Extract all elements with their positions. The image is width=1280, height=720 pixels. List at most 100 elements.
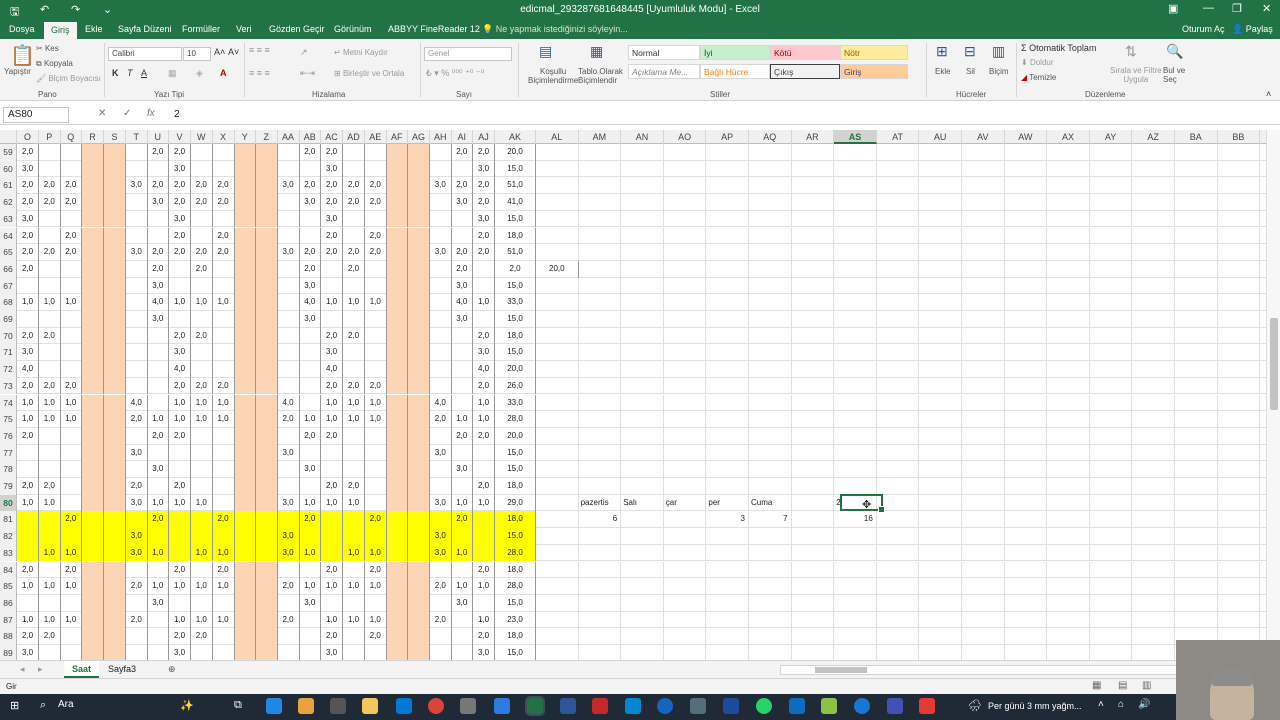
cell-aq67[interactable]	[749, 277, 792, 295]
cell-aj67[interactable]	[473, 277, 495, 295]
cell-u88[interactable]	[148, 628, 169, 645]
cell-z82[interactable]	[256, 528, 278, 545]
cell-ag64[interactable]	[408, 227, 430, 245]
cell-y65[interactable]	[234, 244, 256, 261]
cell-s59[interactable]	[104, 144, 126, 161]
cell-ac71[interactable]: 3,0	[321, 344, 343, 362]
cell-ar70[interactable]	[792, 327, 835, 345]
row-header-64[interactable]: 64	[0, 227, 17, 245]
cell-az76[interactable]	[1132, 427, 1175, 445]
cell-al78[interactable]	[536, 461, 579, 478]
column-header-an[interactable]: AN	[621, 130, 664, 144]
row-header-79[interactable]: 79	[0, 478, 17, 495]
cell-al88[interactable]	[536, 628, 579, 645]
cell-ax60[interactable]	[1047, 160, 1090, 178]
cell-ao85[interactable]	[664, 578, 707, 595]
cell-am82[interactable]	[579, 528, 622, 545]
cell-z89[interactable]	[256, 645, 278, 660]
app-icon[interactable]	[657, 698, 673, 714]
cell-ao86[interactable]	[664, 594, 707, 612]
cell-ay64[interactable]	[1090, 227, 1133, 245]
cell-t64[interactable]	[126, 227, 148, 245]
cell-u82[interactable]	[147, 528, 169, 545]
cell-aa71[interactable]	[278, 344, 300, 362]
cell-ao77[interactable]	[664, 444, 707, 462]
cell-al61[interactable]	[536, 177, 579, 195]
cell-ag67[interactable]	[408, 277, 430, 295]
cell-q82[interactable]	[60, 528, 82, 545]
cell-ao72[interactable]	[664, 361, 707, 378]
cell-ap83[interactable]	[706, 544, 749, 562]
cell-ag66[interactable]	[408, 260, 430, 278]
cell-v80[interactable]: 1,0	[169, 494, 191, 512]
cell-s86[interactable]	[104, 594, 126, 612]
cell-ac66[interactable]	[321, 260, 343, 278]
cell-ao81[interactable]	[664, 511, 707, 529]
cell-ac72[interactable]: 4,0	[321, 361, 343, 378]
cell-ah73[interactable]	[430, 377, 452, 395]
cell-aj59[interactable]: 2,0	[473, 144, 495, 161]
cell-o86[interactable]	[17, 594, 39, 612]
cell-ae82[interactable]	[365, 528, 387, 545]
cell-af72[interactable]	[386, 361, 408, 378]
cell-au62[interactable]	[919, 194, 962, 211]
cell-ac80[interactable]: 1,0	[321, 494, 343, 512]
cell-ak67[interactable]: 15,0	[495, 277, 536, 295]
cell-an89[interactable]	[621, 645, 664, 660]
cell-ac63[interactable]: 3,0	[321, 210, 343, 228]
cell-aw66[interactable]	[1005, 260, 1048, 278]
cell-ac89[interactable]: 3,0	[321, 645, 343, 660]
cell-ac86[interactable]	[321, 594, 343, 612]
cell-z62[interactable]	[256, 194, 278, 211]
cell-ax67[interactable]	[1047, 277, 1090, 295]
cell-x89[interactable]	[213, 645, 235, 660]
format-cells-button[interactable]: Biçim	[989, 67, 1009, 76]
column-header-aq[interactable]: AQ	[749, 130, 792, 144]
row-header-59[interactable]: 59	[0, 144, 17, 161]
cell-ai83[interactable]: 1,0	[451, 544, 473, 562]
format-painter-button[interactable]: 🖌 Biçim Boyacısı	[36, 74, 101, 83]
cell-au71[interactable]	[919, 344, 962, 362]
cell-at62[interactable]	[877, 194, 920, 211]
cell-ac81[interactable]	[321, 511, 343, 529]
cancel-icon[interactable]: ✕	[98, 108, 106, 119]
cell-af62[interactable]	[386, 194, 408, 211]
cell-z77[interactable]	[256, 444, 278, 462]
cell-az80[interactable]	[1132, 494, 1175, 512]
cell-ap60[interactable]	[706, 160, 749, 178]
cell-ar79[interactable]	[792, 478, 835, 495]
cell-o67[interactable]	[17, 277, 39, 295]
cell-ad61[interactable]: 2,0	[343, 177, 365, 195]
cell-av79[interactable]	[962, 478, 1005, 495]
cell-ad60[interactable]	[343, 160, 365, 178]
cell-ag76[interactable]	[408, 427, 430, 445]
cell-av75[interactable]	[962, 411, 1005, 428]
cell-ba84[interactable]	[1175, 561, 1218, 579]
cell-aw69[interactable]	[1005, 311, 1048, 328]
pdf-icon[interactable]	[592, 698, 608, 714]
cell-az73[interactable]	[1132, 377, 1175, 395]
cell-av67[interactable]	[962, 277, 1005, 295]
signin-link[interactable]: Oturum Aç	[1182, 24, 1225, 34]
cell-aj81[interactable]	[473, 511, 495, 529]
cell-ax73[interactable]	[1047, 377, 1090, 395]
cell-ay68[interactable]	[1090, 294, 1133, 311]
cell-az83[interactable]	[1132, 544, 1175, 562]
cell-p77[interactable]	[39, 444, 61, 462]
cell-al67[interactable]	[536, 277, 579, 295]
cell-t88[interactable]	[126, 628, 148, 645]
cell-af74[interactable]	[386, 394, 408, 412]
cell-aa73[interactable]	[278, 377, 300, 395]
cell-ah59[interactable]	[430, 144, 452, 161]
cell-ai89[interactable]	[452, 645, 473, 660]
cell-am66[interactable]	[579, 260, 622, 278]
cell-ag61[interactable]	[408, 177, 430, 195]
find-select-button[interactable]: Bul ve Seç	[1163, 66, 1185, 84]
cell-ab62[interactable]: 3,0	[300, 194, 321, 211]
cell-p86[interactable]	[39, 594, 61, 612]
cell-v85[interactable]: 1,0	[169, 578, 191, 595]
cell-ap66[interactable]	[706, 260, 749, 278]
cell-v82[interactable]	[169, 528, 191, 545]
cell-ax86[interactable]	[1047, 594, 1090, 612]
cell-az64[interactable]	[1132, 227, 1175, 245]
